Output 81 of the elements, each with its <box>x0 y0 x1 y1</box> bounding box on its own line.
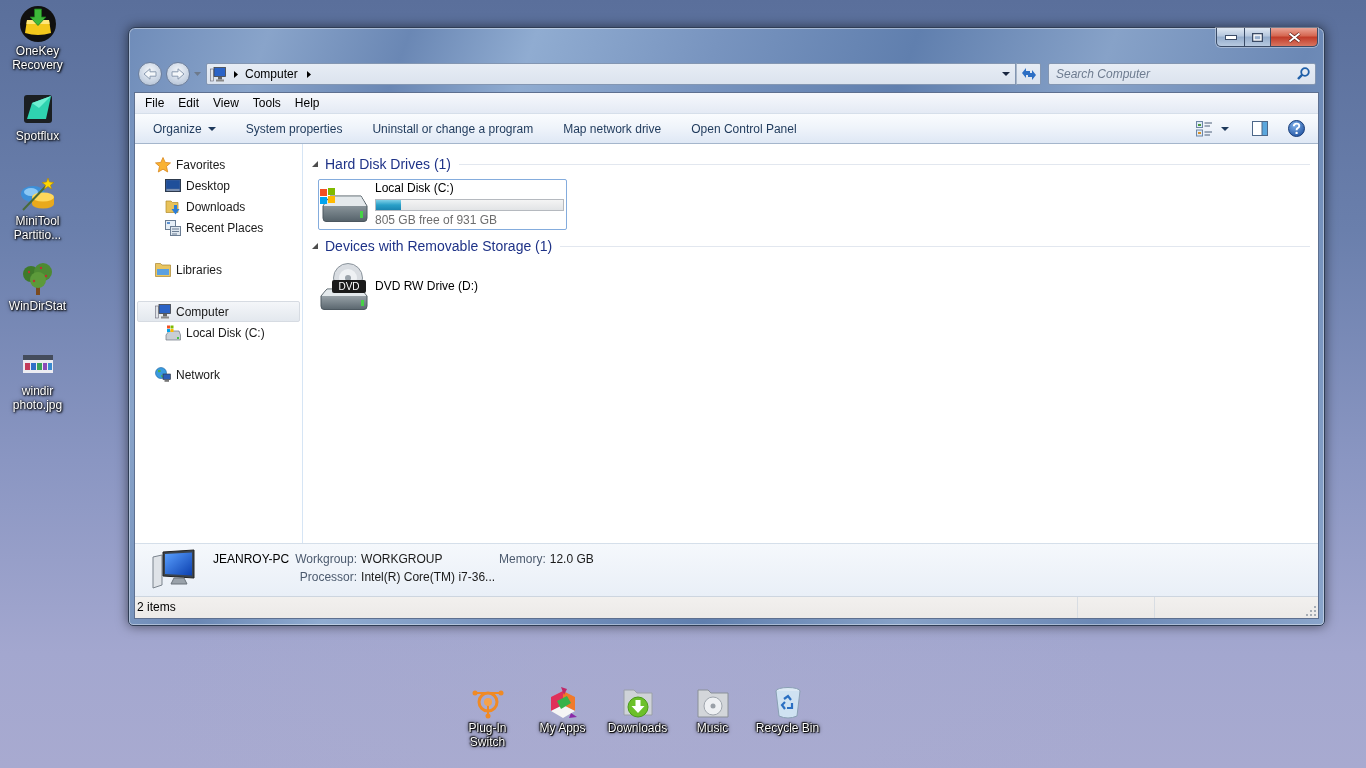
image-thumbnail-icon <box>22 355 53 373</box>
desktop-icon <box>165 179 181 192</box>
field-label: Workgroup: <box>295 551 358 568</box>
menu-item[interactable]: Edit <box>171 93 207 113</box>
close-button[interactable] <box>1271 28 1318 47</box>
search-icon[interactable] <box>1297 67 1310 80</box>
toolbar-button[interactable]: System properties <box>230 116 358 141</box>
group-header[interactable]: Devices with Removable Storage (1) <box>312 236 553 256</box>
view-options-icon <box>1195 120 1213 137</box>
maximize-button[interactable] <box>1245 28 1271 47</box>
address-bar[interactable]: Computer <box>206 63 1016 85</box>
close-icon <box>1287 31 1301 43</box>
desktop-shortcut[interactable]: MiniTool Partitio... <box>0 175 75 260</box>
menu-item[interactable]: Tools <box>245 93 288 113</box>
download-folder-icon <box>165 198 181 215</box>
library-folder-icon <box>155 262 171 277</box>
minimize-button[interactable] <box>1216 28 1245 47</box>
field-value: 12.0 GB <box>549 551 594 568</box>
nav-item[interactable]: Favorites <box>137 154 300 175</box>
network-icon <box>155 367 171 382</box>
wand-disk-icon <box>19 177 56 211</box>
toolbar-button[interactable]: Map network drive <box>548 116 677 141</box>
drive-name: DVD RW Drive (D:) <box>375 279 479 294</box>
disc-folder-icon <box>696 688 729 718</box>
desktop-shortcut[interactable]: Spotflux <box>0 90 75 175</box>
star-icon <box>155 156 171 173</box>
desktop-shortcut[interactable]: OneKey Recovery <box>0 5 75 90</box>
drive-name: Local Disk (C:) <box>375 181 455 196</box>
caret-icon <box>193 72 201 76</box>
back-button[interactable] <box>138 62 162 86</box>
minimize-icon <box>1224 34 1237 40</box>
nav-item[interactable]: Computer <box>137 301 300 322</box>
field-label: Memory: <box>499 551 546 568</box>
recent-places-icon <box>165 219 181 236</box>
download-folder-icon <box>621 688 654 718</box>
forward-button[interactable] <box>166 62 190 86</box>
group-header[interactable]: Hard Disk Drives (1) <box>312 154 451 174</box>
menu-item[interactable]: View <box>206 93 246 113</box>
nav-item[interactable]: Downloads <box>137 196 300 217</box>
search-field[interactable]: Search Computer <box>1048 63 1316 85</box>
help-icon <box>1287 120 1305 137</box>
chevron-icon[interactable] <box>306 70 311 78</box>
nav-item[interactable]: Desktop <box>137 175 300 196</box>
back-arrow-icon <box>143 68 157 80</box>
nav-item[interactable]: Libraries <box>137 259 300 280</box>
maximize-icon <box>1252 32 1263 42</box>
arrow-box-icon <box>19 6 56 42</box>
refresh-button[interactable] <box>1016 63 1041 85</box>
caret-icon <box>1221 126 1229 131</box>
toolbar-button[interactable]: Uninstall or change a program <box>357 116 549 141</box>
breadcrumb[interactable]: Computer <box>245 64 298 84</box>
toolbar-button[interactable]: Open Control Panel <box>676 116 812 141</box>
forward-arrow-icon <box>171 68 185 80</box>
desktop-shortcut[interactable]: WinDirStat <box>0 260 75 345</box>
tile-icon <box>23 95 52 123</box>
field-value: WORKGROUP <box>361 551 444 568</box>
computer-name: JEANROY-PC <box>213 551 290 568</box>
computer-icon <box>155 304 171 319</box>
hard-drive-icon <box>320 187 368 222</box>
field-label: Processor: <box>298 569 358 586</box>
tree-icon <box>20 262 55 296</box>
item-count: 2 items <box>136 599 176 616</box>
toolbar-button[interactable]: Organize <box>138 116 231 141</box>
free-space-text: 805 GB free of 931 GB <box>375 213 499 228</box>
nav-item[interactable]: Recent Places <box>137 217 300 238</box>
recycle-bin-icon <box>774 687 801 719</box>
field-value: Intel(R) Core(TM) i7-36... <box>361 569 496 586</box>
nav-item[interactable]: Network <box>137 364 300 385</box>
caret-icon[interactable] <box>1002 72 1010 76</box>
chevron-icon[interactable] <box>234 70 238 78</box>
drive-item[interactable]: Local Disk (C:) 805 GB free of 931 GB <box>318 179 567 230</box>
computer-icon <box>210 66 226 82</box>
drive-icon <box>165 324 181 341</box>
menu-item[interactable]: Help <box>287 93 327 113</box>
computer-icon <box>152 549 196 589</box>
nav-item[interactable]: Local Disk (C:) <box>137 322 300 343</box>
resize-grip-icon[interactable] <box>1306 606 1316 616</box>
menu-item[interactable]: File <box>138 93 172 113</box>
preview-pane-icon <box>1252 121 1268 136</box>
refresh-icon <box>1020 67 1037 81</box>
drive-item[interactable]: DVD DVD RW Drive (D:) <box>318 261 567 312</box>
